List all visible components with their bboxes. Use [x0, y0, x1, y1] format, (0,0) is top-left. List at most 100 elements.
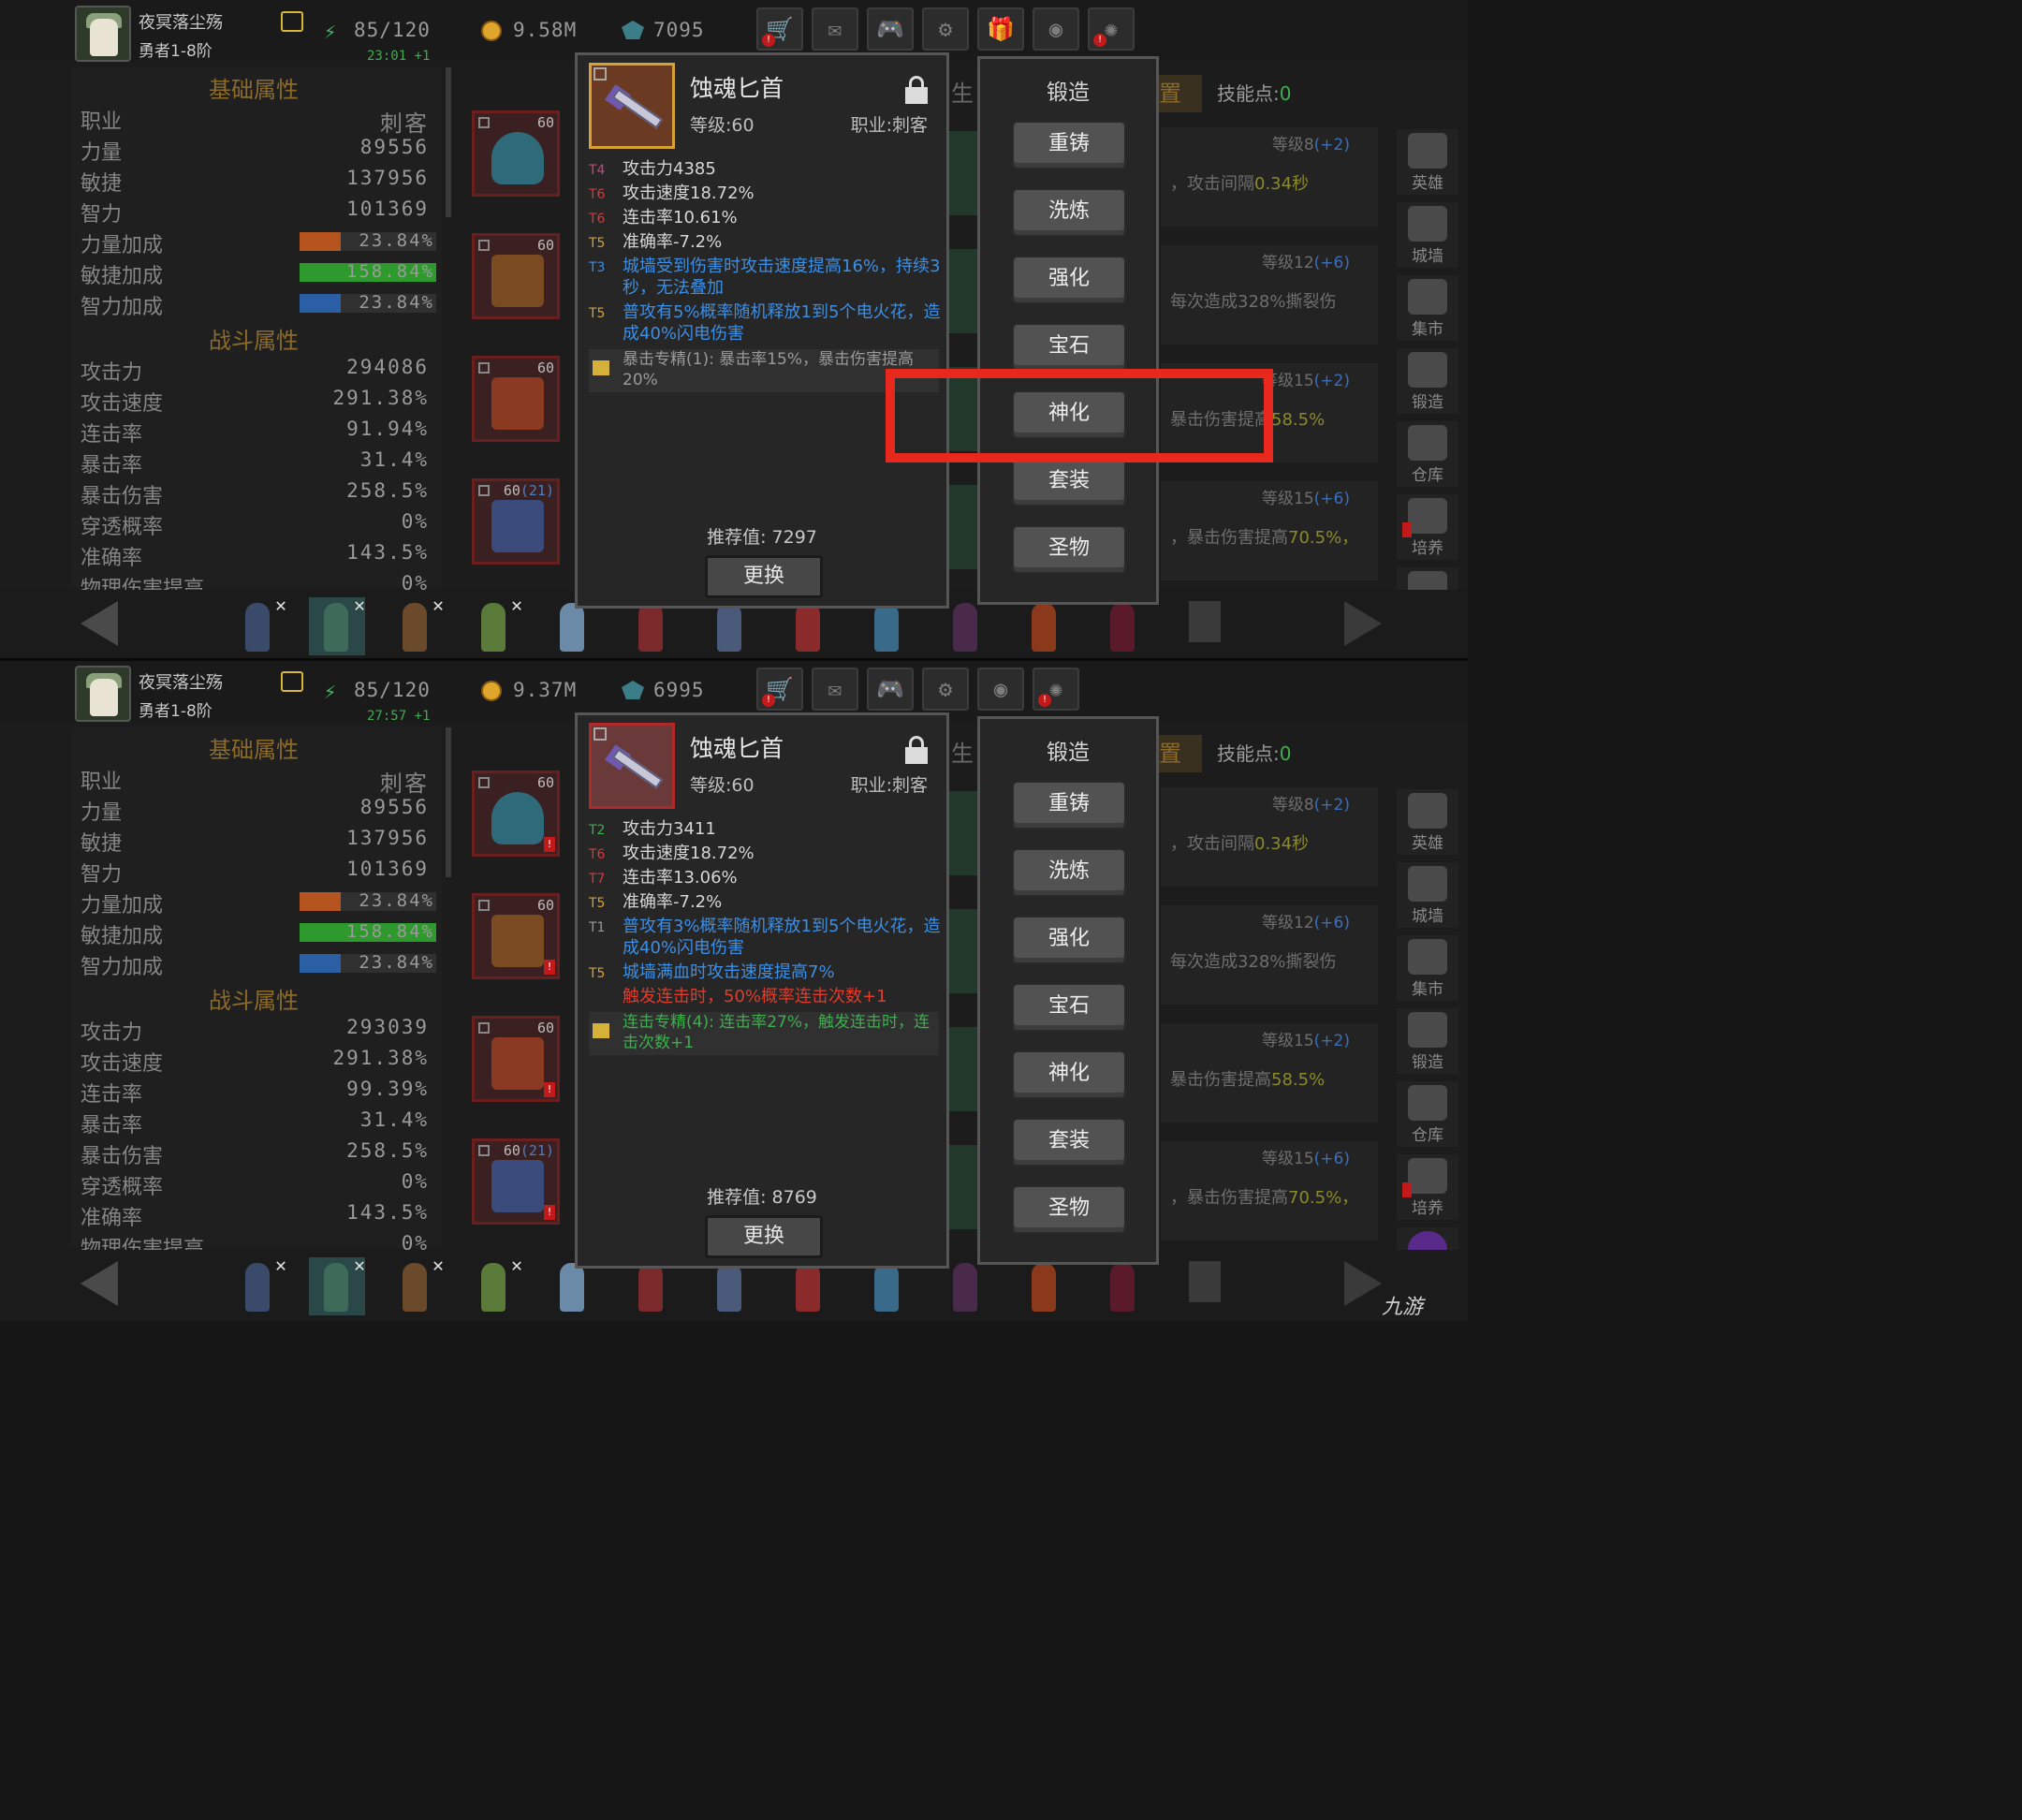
relic-button[interactable]: 圣物: [1012, 525, 1126, 574]
equipment-slot[interactable]: 60: [472, 356, 560, 442]
hero-portrait[interactable]: ✕: [230, 1254, 286, 1315]
remove-icon[interactable]: ✕: [511, 594, 522, 616]
sidebar-item[interactable]: 仓库: [1397, 421, 1458, 487]
hero-portrait[interactable]: [1095, 597, 1151, 655]
stat-bonus-row: 智力加成 23.84%: [81, 950, 436, 979]
sidebar-item[interactable]: 英雄: [1397, 789, 1458, 855]
stat-row: 暴击率 31.4%: [81, 448, 429, 477]
item-name: 蚀魂匕首: [690, 735, 784, 762]
gem-button[interactable]: 宝石: [1012, 323, 1126, 372]
hero-portrait[interactable]: ✕: [388, 594, 444, 655]
mail-icon[interactable]: ✉: [812, 7, 858, 51]
skill-card[interactable]: 等级12(+6) 每次造成328%撕裂伤: [1161, 245, 1378, 345]
slot-level-number: 60: [503, 482, 520, 499]
refine-button[interactable]: 洗炼: [1012, 188, 1126, 237]
prev-arrow-icon[interactable]: [81, 1261, 118, 1306]
gamepad-icon[interactable]: 🎮: [867, 668, 914, 711]
hero-portrait[interactable]: ✕: [388, 1254, 444, 1315]
shop-icon[interactable]: 🛒!: [756, 668, 803, 711]
recast-button[interactable]: 重铸: [1012, 781, 1126, 829]
sidebar-item[interactable]: 锻造: [1397, 348, 1458, 414]
refine-button[interactable]: 洗炼: [1012, 848, 1126, 897]
sidebar-item[interactable]: 仓库: [1397, 1081, 1458, 1147]
sidebar-item[interactable]: 培养: [1397, 494, 1458, 560]
remove-icon[interactable]: ✕: [354, 1254, 365, 1276]
skill-card[interactable]: 等级15(+6) ，暴击伤害提高70.5%，: [1161, 481, 1378, 580]
remove-icon[interactable]: ✕: [275, 594, 286, 616]
edit-icon[interactable]: [281, 11, 303, 32]
gear-icon[interactable]: ⚙: [922, 7, 969, 51]
skill-card[interactable]: 等级15(+2) 暴击伤害提高58.5%: [1161, 1023, 1378, 1123]
remove-icon[interactable]: ✕: [432, 1254, 444, 1276]
skill-desc: ，暴击伤害提高70.5%，: [1170, 1184, 1358, 1209]
sidebar-item[interactable]: 城墙: [1397, 202, 1458, 268]
next-arrow-icon[interactable]: [1344, 1261, 1382, 1306]
player-avatar[interactable]: [75, 666, 131, 722]
gamepad-icon[interactable]: 🎮: [867, 7, 914, 51]
sidebar-item[interactable]: 锻造: [1397, 1008, 1458, 1074]
screenshot-bottom: 夜冥落尘殇 勇者1-8阶 ⚡ 85/120 9.37M 6995 🛒! ✉ 🎮 ⚙ ◉ ✺! 27:57…: [0, 660, 1468, 1321]
equipment-slot[interactable]: 60(21)!: [472, 1138, 560, 1225]
hero-portrait[interactable]: ✕: [466, 1254, 522, 1315]
lock-icon[interactable]: [903, 736, 930, 764]
player-avatar[interactable]: [75, 6, 131, 62]
sidebar-item[interactable]: 集市: [1397, 275, 1458, 341]
equipment-slot[interactable]: 60!: [472, 1016, 560, 1102]
lock-icon[interactable]: [903, 76, 930, 104]
set-button[interactable]: 套装: [1012, 458, 1126, 506]
next-arrow-icon[interactable]: [1344, 601, 1382, 646]
hero-portrait[interactable]: [1095, 1257, 1151, 1315]
wheel-icon[interactable]: ◉: [977, 668, 1024, 711]
equipment-slot[interactable]: 60(21): [472, 478, 560, 565]
mail-icon[interactable]: ✉: [812, 668, 858, 711]
stat-value: 143.5%: [346, 1201, 429, 1224]
prev-arrow-icon[interactable]: [81, 601, 118, 646]
stat-value: 刺客: [380, 110, 429, 137]
swap-button[interactable]: 更换: [705, 555, 823, 598]
swap-button[interactable]: 更换: [705, 1215, 823, 1258]
equipment-slot[interactable]: 60: [472, 110, 560, 197]
equipment-slot[interactable]: 60!: [472, 893, 560, 979]
stats-scrollbar[interactable]: [446, 67, 451, 217]
remove-icon[interactable]: ✕: [432, 594, 444, 616]
skill-card[interactable]: 等级8(+2) ，攻击间隔0.34秒: [1161, 127, 1378, 227]
energy-value: 85/120: [354, 19, 431, 41]
shop-icon[interactable]: 🛒!: [756, 7, 803, 51]
relic-button[interactable]: 圣物: [1012, 1185, 1126, 1234]
remove-icon[interactable]: ✕: [275, 1254, 286, 1276]
wheel-icon[interactable]: ◉: [1033, 7, 1079, 51]
enhance-button[interactable]: 强化: [1012, 256, 1126, 304]
edit-icon[interactable]: [281, 671, 303, 692]
hero-portrait[interactable]: ✕: [230, 594, 286, 655]
skill-desc-text: 每次造成328%撕裂伤: [1170, 292, 1337, 312]
recast-button[interactable]: 重铸: [1012, 121, 1126, 169]
gear-icon[interactable]: ⚙: [922, 668, 969, 711]
equipment-slot[interactable]: 60: [472, 233, 560, 319]
sidebar-item[interactable]: 培养: [1397, 1154, 1458, 1220]
hero-portrait[interactable]: ✕: [309, 594, 365, 655]
hero-portrait[interactable]: [1017, 1257, 1073, 1315]
sidebar-item[interactable]: 英雄: [1397, 129, 1458, 195]
equipment-slot[interactable]: 60!: [472, 771, 560, 857]
remove-icon[interactable]: ✕: [354, 594, 365, 616]
gem-button[interactable]: 宝石: [1012, 983, 1126, 1032]
gift-icon[interactable]: 🎁: [977, 7, 1024, 51]
skill-card[interactable]: 等级15(+6) ，暴击伤害提高70.5%，: [1161, 1141, 1378, 1240]
firework-icon[interactable]: ✺!: [1088, 7, 1135, 51]
skill-card[interactable]: 等级8(+2) ，攻击间隔0.34秒: [1161, 787, 1378, 887]
sidebar-item[interactable]: 城墙: [1397, 862, 1458, 928]
hero-portrait[interactable]: ✕: [466, 594, 522, 655]
hero-portrait[interactable]: ✕: [309, 1254, 365, 1315]
remove-icon[interactable]: ✕: [511, 1254, 522, 1276]
stats-scrollbar[interactable]: [446, 727, 451, 877]
skill-level: 等级15(+2): [1262, 1027, 1350, 1050]
sidebar-item[interactable]: 集市: [1397, 935, 1458, 1001]
item-affix: T3 城墙受到伤害时攻击速度提高16%，持续3秒，无法叠加: [589, 256, 945, 299]
hero-portrait[interactable]: [1017, 597, 1073, 655]
slot-lock-icon: [478, 362, 490, 374]
set-button[interactable]: 套装: [1012, 1118, 1126, 1167]
skill-card[interactable]: 等级12(+6) 每次造成328%撕裂伤: [1161, 905, 1378, 1005]
enhance-button[interactable]: 强化: [1012, 916, 1126, 964]
firework-icon[interactable]: ✺!: [1033, 668, 1079, 711]
deify-button[interactable]: 神化: [1012, 1050, 1126, 1099]
